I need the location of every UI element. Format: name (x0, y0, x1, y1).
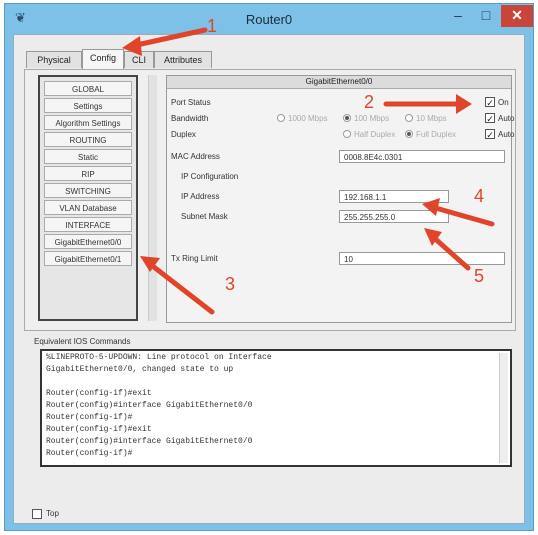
bandwidth-100-radio[interactable] (343, 114, 351, 122)
sidebar-scrollbar[interactable] (148, 75, 157, 321)
ip-address-field[interactable]: 192.168.1.1 (339, 190, 449, 203)
sidebar-item-routing[interactable]: ROUTING (44, 132, 132, 147)
port-status-checkbox[interactable]: ✓ (485, 97, 495, 108)
bandwidth-auto-label: Auto (498, 114, 515, 123)
subnet-mask-label: Subnet Mask (181, 212, 228, 221)
annotation-number-5: 5 (474, 266, 485, 286)
sidebar-item-gigabitethernet0-0[interactable]: GigabitEthernet0/0 (44, 234, 132, 249)
window-client: Physical Config CLI Attributes GLOBAL Se… (13, 34, 525, 524)
sidebar-item-static[interactable]: Static (44, 149, 132, 164)
close-button[interactable]: ✕ (501, 5, 533, 27)
ip-configuration-label: IP Configuration (181, 172, 239, 181)
sidebar-item-rip[interactable]: RIP (44, 166, 132, 181)
bandwidth-10-label: 10 Mbps (416, 114, 447, 123)
console-line: Router(config)#interface GigabitEthernet… (46, 401, 253, 410)
console-line: Router(config)#interface GigabitEthernet… (46, 437, 253, 446)
console-scrollbar[interactable] (499, 353, 508, 463)
annotation-number-2: 2 (364, 92, 375, 112)
title-bar: ❦ Router0 – □ ✕ (5, 4, 533, 34)
full-duplex-radio[interactable] (405, 130, 413, 138)
interface-config: GigabitEthernet0/0 Port Status ✓ On Band… (166, 75, 515, 323)
top-label: Top (46, 509, 59, 518)
tab-config[interactable]: Config (82, 49, 124, 69)
tab-cli[interactable]: CLI (124, 51, 154, 68)
sidebar-item-algorithm-settings[interactable]: Algorithm Settings (44, 115, 132, 130)
mac-address-label: MAC Address (171, 152, 220, 161)
minimize-button[interactable]: – (445, 5, 471, 27)
duplex-label: Duplex (171, 130, 196, 139)
top-checkbox[interactable] (32, 509, 42, 519)
sidebar-item-settings[interactable]: Settings (44, 98, 132, 113)
half-duplex-radio[interactable] (343, 130, 351, 138)
tx-ring-limit-field[interactable]: 10 (339, 252, 505, 265)
ip-address-label: IP Address (181, 192, 220, 201)
console-line: %LINEPROTO-5-UPDOWN: Line protocol on In… (46, 353, 272, 362)
port-status-label: Port Status (171, 98, 211, 107)
bandwidth-100-label: 100 Mbps (354, 114, 390, 123)
ios-command-console[interactable]: %LINEPROTO-5-UPDOWN: Line protocol on In… (40, 349, 512, 467)
tx-ring-limit-label: Tx Ring Limit (171, 254, 218, 263)
maximize-button[interactable]: □ (473, 5, 499, 27)
sidebar-item-interface[interactable]: INTERFACE (44, 217, 132, 232)
annotation-number-1: 1 (207, 16, 218, 36)
sidebar-item-switching[interactable]: SWITCHING (44, 183, 132, 198)
bandwidth-1000-label: 1000 Mbps (288, 114, 328, 123)
bandwidth-auto-checkbox[interactable]: ✓ (485, 113, 495, 124)
port-status-on-label: On (498, 98, 509, 107)
tab-physical[interactable]: Physical (26, 51, 82, 68)
tab-attributes[interactable]: Attributes (154, 51, 212, 68)
interface-title: GigabitEthernet0/0 (167, 76, 511, 89)
router-window: ❦ Router0 – □ ✕ Physical Config CLI Attr… (4, 3, 534, 531)
ios-commands-label: Equivalent IOS Commands (34, 337, 131, 346)
config-sidebar: GLOBAL Settings Algorithm Settings ROUTI… (38, 75, 138, 321)
subnet-mask-field[interactable]: 255.255.255.0 (339, 210, 449, 223)
duplex-auto-checkbox[interactable]: ✓ (485, 129, 495, 140)
console-line: Router(config-if)# (46, 413, 133, 422)
sidebar-item-vlan-database[interactable]: VLAN Database (44, 200, 132, 215)
sidebar-item-gigabitethernet0-1[interactable]: GigabitEthernet0/1 (44, 251, 132, 266)
sidebar-item-global[interactable]: GLOBAL (44, 81, 132, 96)
console-line: GigabitEthernet0/0, changed state to up (46, 365, 234, 374)
console-line: Router(config-if)# (46, 449, 133, 458)
console-line: Router(config-if)#exit (46, 425, 152, 434)
half-duplex-label: Half Duplex (354, 130, 396, 139)
duplex-auto-label: Auto (498, 130, 515, 139)
console-line: Router(config-if)#exit (46, 389, 152, 398)
bandwidth-label: Bandwidth (171, 114, 209, 123)
annotation-number-4: 4 (474, 186, 485, 206)
bandwidth-10-radio[interactable] (405, 114, 413, 122)
annotation-number-3: 3 (225, 274, 236, 294)
bandwidth-1000-radio[interactable] (277, 114, 285, 122)
full-duplex-label: Full Duplex (416, 130, 457, 139)
mac-address-field[interactable]: 0008.8E4c.0301 (339, 150, 505, 163)
